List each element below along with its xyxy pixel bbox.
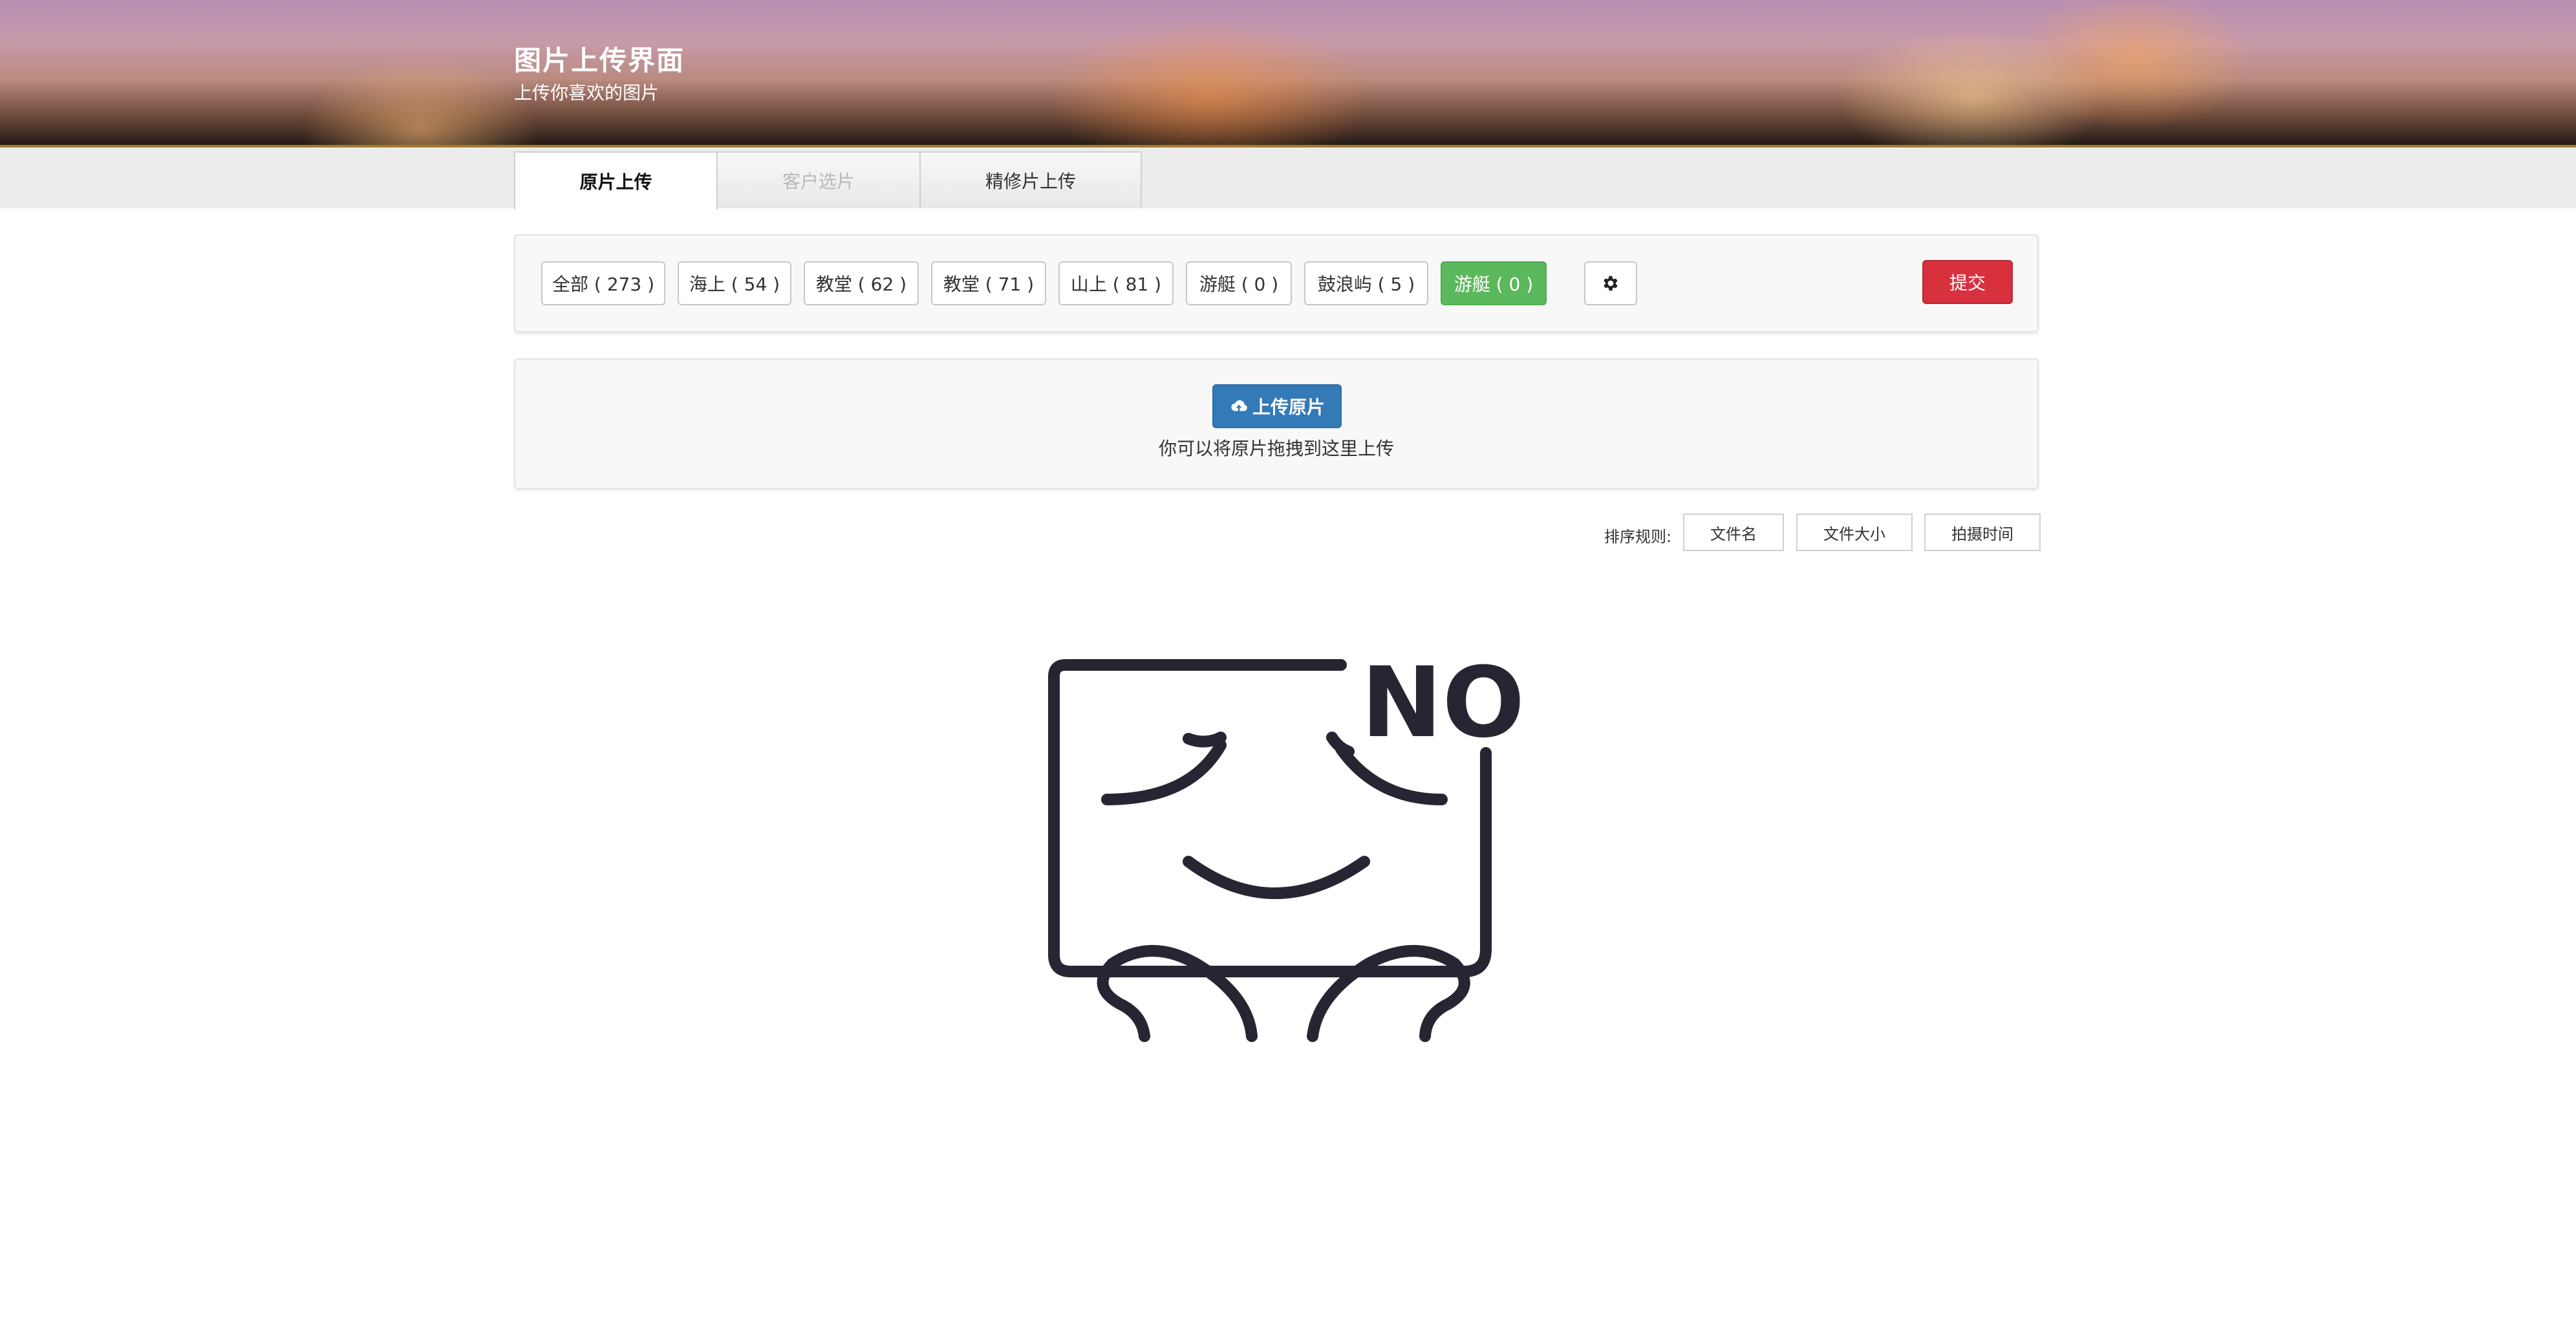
right-arm [1307,945,1470,1042]
upload-hint: 你可以将原片拖拽到这里上传 [1158,438,1394,459]
filter-panel: 全部 ( 273 ) 海上 ( 54 ) 教堂 ( 62 ) 教堂 ( 71 )… [514,234,2039,332]
right-eyelash [1326,732,1355,757]
filter-sea-button[interactable]: 海上 ( 54 ) [678,261,791,305]
sort-by-filename-button[interactable]: 文件名 [1683,514,1784,551]
left-eye [1101,739,1227,805]
filter-gulangyu-button[interactable]: 鼓浪屿 ( 5 ) [1304,261,1428,305]
left-arm [1097,945,1258,1042]
page-subtitle: 上传你喜欢的图片 [514,82,660,103]
sort-by-shot-time-button[interactable]: 拍摄时间 [1924,514,2041,551]
sleeping-face-illustration: NO [1048,647,1525,1042]
sort-label: 排序规则: [1604,528,1672,546]
filter-church-2-button[interactable]: 教堂 ( 71 ) [931,261,1046,305]
filter-all-button[interactable]: 全部 ( 273 ) [541,261,665,305]
mouth [1183,856,1370,899]
filter-yacht-button[interactable]: 游艇 ( 0 ) [1186,261,1292,305]
submit-button[interactable]: 提交 [1922,260,2013,304]
tab-bar: 原片上传 客户选片 精修片上传 [0,147,2576,210]
empty-state-no-text: NO [1361,647,1525,759]
upload-original-button[interactable]: 上传原片 [1212,384,1342,428]
settings-button[interactable] [1584,261,1637,305]
page-title: 图片上传界面 [514,45,685,76]
filter-yacht-selected-button[interactable]: 游艇 ( 0 ) [1441,261,1547,305]
filter-mountain-button[interactable]: 山上 ( 81 ) [1058,261,1174,305]
upload-dropzone[interactable]: 上传原片 你可以将原片拖拽到这里上传 [514,358,2039,489]
empty-state: NO [1035,640,1526,1054]
tab-retouched-upload[interactable]: 精修片上传 [919,151,1142,208]
header-banner: 图片上传界面 上传你喜欢的图片 [0,0,2576,147]
upload-button-label: 上传原片 [1252,397,1325,418]
filter-church-button[interactable]: 教堂 ( 62 ) [804,261,919,305]
left-eyelash [1183,732,1227,748]
gear-icon [1604,276,1618,291]
tab-original-upload[interactable]: 原片上传 [514,151,718,210]
tab-client-selection[interactable]: 客户选片 [716,151,921,208]
cloud-upload-icon [1231,400,1247,411]
sort-by-filesize-button[interactable]: 文件大小 [1796,514,1913,551]
